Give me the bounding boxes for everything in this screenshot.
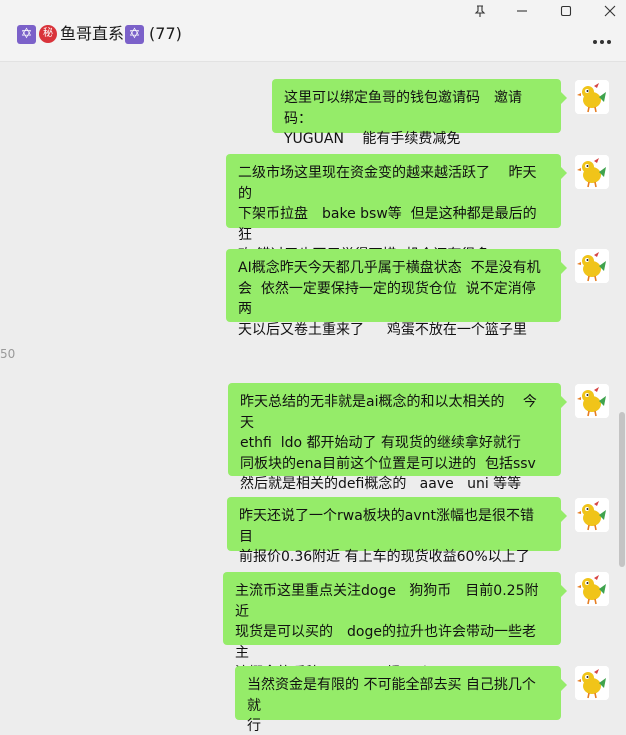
avatar[interactable]	[575, 80, 609, 114]
avatar[interactable]	[575, 384, 609, 418]
timestamp: 11:50	[0, 347, 16, 361]
maximize-icon	[560, 5, 572, 17]
bird-avatar-icon	[575, 384, 609, 418]
pin-icon	[474, 4, 486, 17]
bird-avatar-icon	[575, 155, 609, 189]
more-dot-icon	[607, 40, 611, 44]
chat-name: 鱼哥直系	[60, 24, 125, 43]
chat-title[interactable]: ✡ 秘 鱼哥直系 ✡ (77)	[17, 23, 182, 45]
avatar[interactable]	[575, 572, 609, 606]
more-dot-icon	[600, 40, 604, 44]
minimize-icon	[517, 10, 527, 12]
message-bubble[interactable]: 这里可以绑定鱼哥的钱包邀请码 邀请码： YUGUAN 能有手续费减免	[272, 79, 567, 147]
message-bubble[interactable]: 二级市场这里现在资金变的越来越活跃了 昨天的 下架币拉盘 bake bsw等 但…	[226, 154, 567, 263]
bird-avatar-icon	[575, 498, 609, 532]
message-bubble[interactable]: 昨天还说了一个rwa板块的avnt涨幅也是很不错 目 前报价0.36附近 有上车…	[227, 497, 567, 565]
secret-badge-icon: 秘	[39, 25, 57, 43]
bird-avatar-icon	[575, 572, 609, 606]
message-bubble[interactable]: 昨天总结的无非就是ai概念的和以太相关的 今天 ethfi ldo 都开始动了 …	[228, 383, 567, 492]
minimize-button[interactable]	[500, 0, 544, 22]
chat-header: ✡ 秘 鱼哥直系 ✡ (77)	[0, 0, 626, 62]
scrollbar-thumb[interactable]	[619, 412, 625, 567]
bird-avatar-icon	[575, 80, 609, 114]
more-dot-icon	[593, 40, 597, 44]
star-of-david-icon: ✡	[17, 24, 36, 44]
maximize-button[interactable]	[544, 0, 588, 22]
star-of-david-icon: ✡	[125, 24, 145, 44]
bird-avatar-icon	[575, 666, 609, 700]
avatar[interactable]	[575, 666, 609, 700]
member-count: (77)	[149, 24, 182, 43]
close-button[interactable]	[588, 0, 626, 22]
bird-avatar-icon	[575, 249, 609, 283]
avatar[interactable]	[575, 498, 609, 532]
close-icon	[604, 5, 616, 17]
avatar[interactable]	[575, 249, 609, 283]
more-options-button[interactable]	[590, 30, 614, 54]
message-bubble[interactable]: AI概念昨天今天都几乎属于横盘状态 不是没有机 会 依然一定要保持一定的现货仓位…	[226, 249, 567, 338]
message-bubble[interactable]: 主流币这里重点关注doge 狗狗币 目前0.25附近 现货是可以买的 doge的…	[223, 572, 567, 681]
avatar[interactable]	[575, 155, 609, 189]
pin-button[interactable]	[458, 0, 502, 22]
message-list[interactable]: 这里可以绑定鱼哥的钱包邀请码 邀请码： YUGUAN 能有手续费减免 二级市场这…	[0, 63, 626, 735]
message-bubble[interactable]: 当然资金是有限的 不可能全部去买 自己挑几个就 行	[235, 666, 567, 734]
